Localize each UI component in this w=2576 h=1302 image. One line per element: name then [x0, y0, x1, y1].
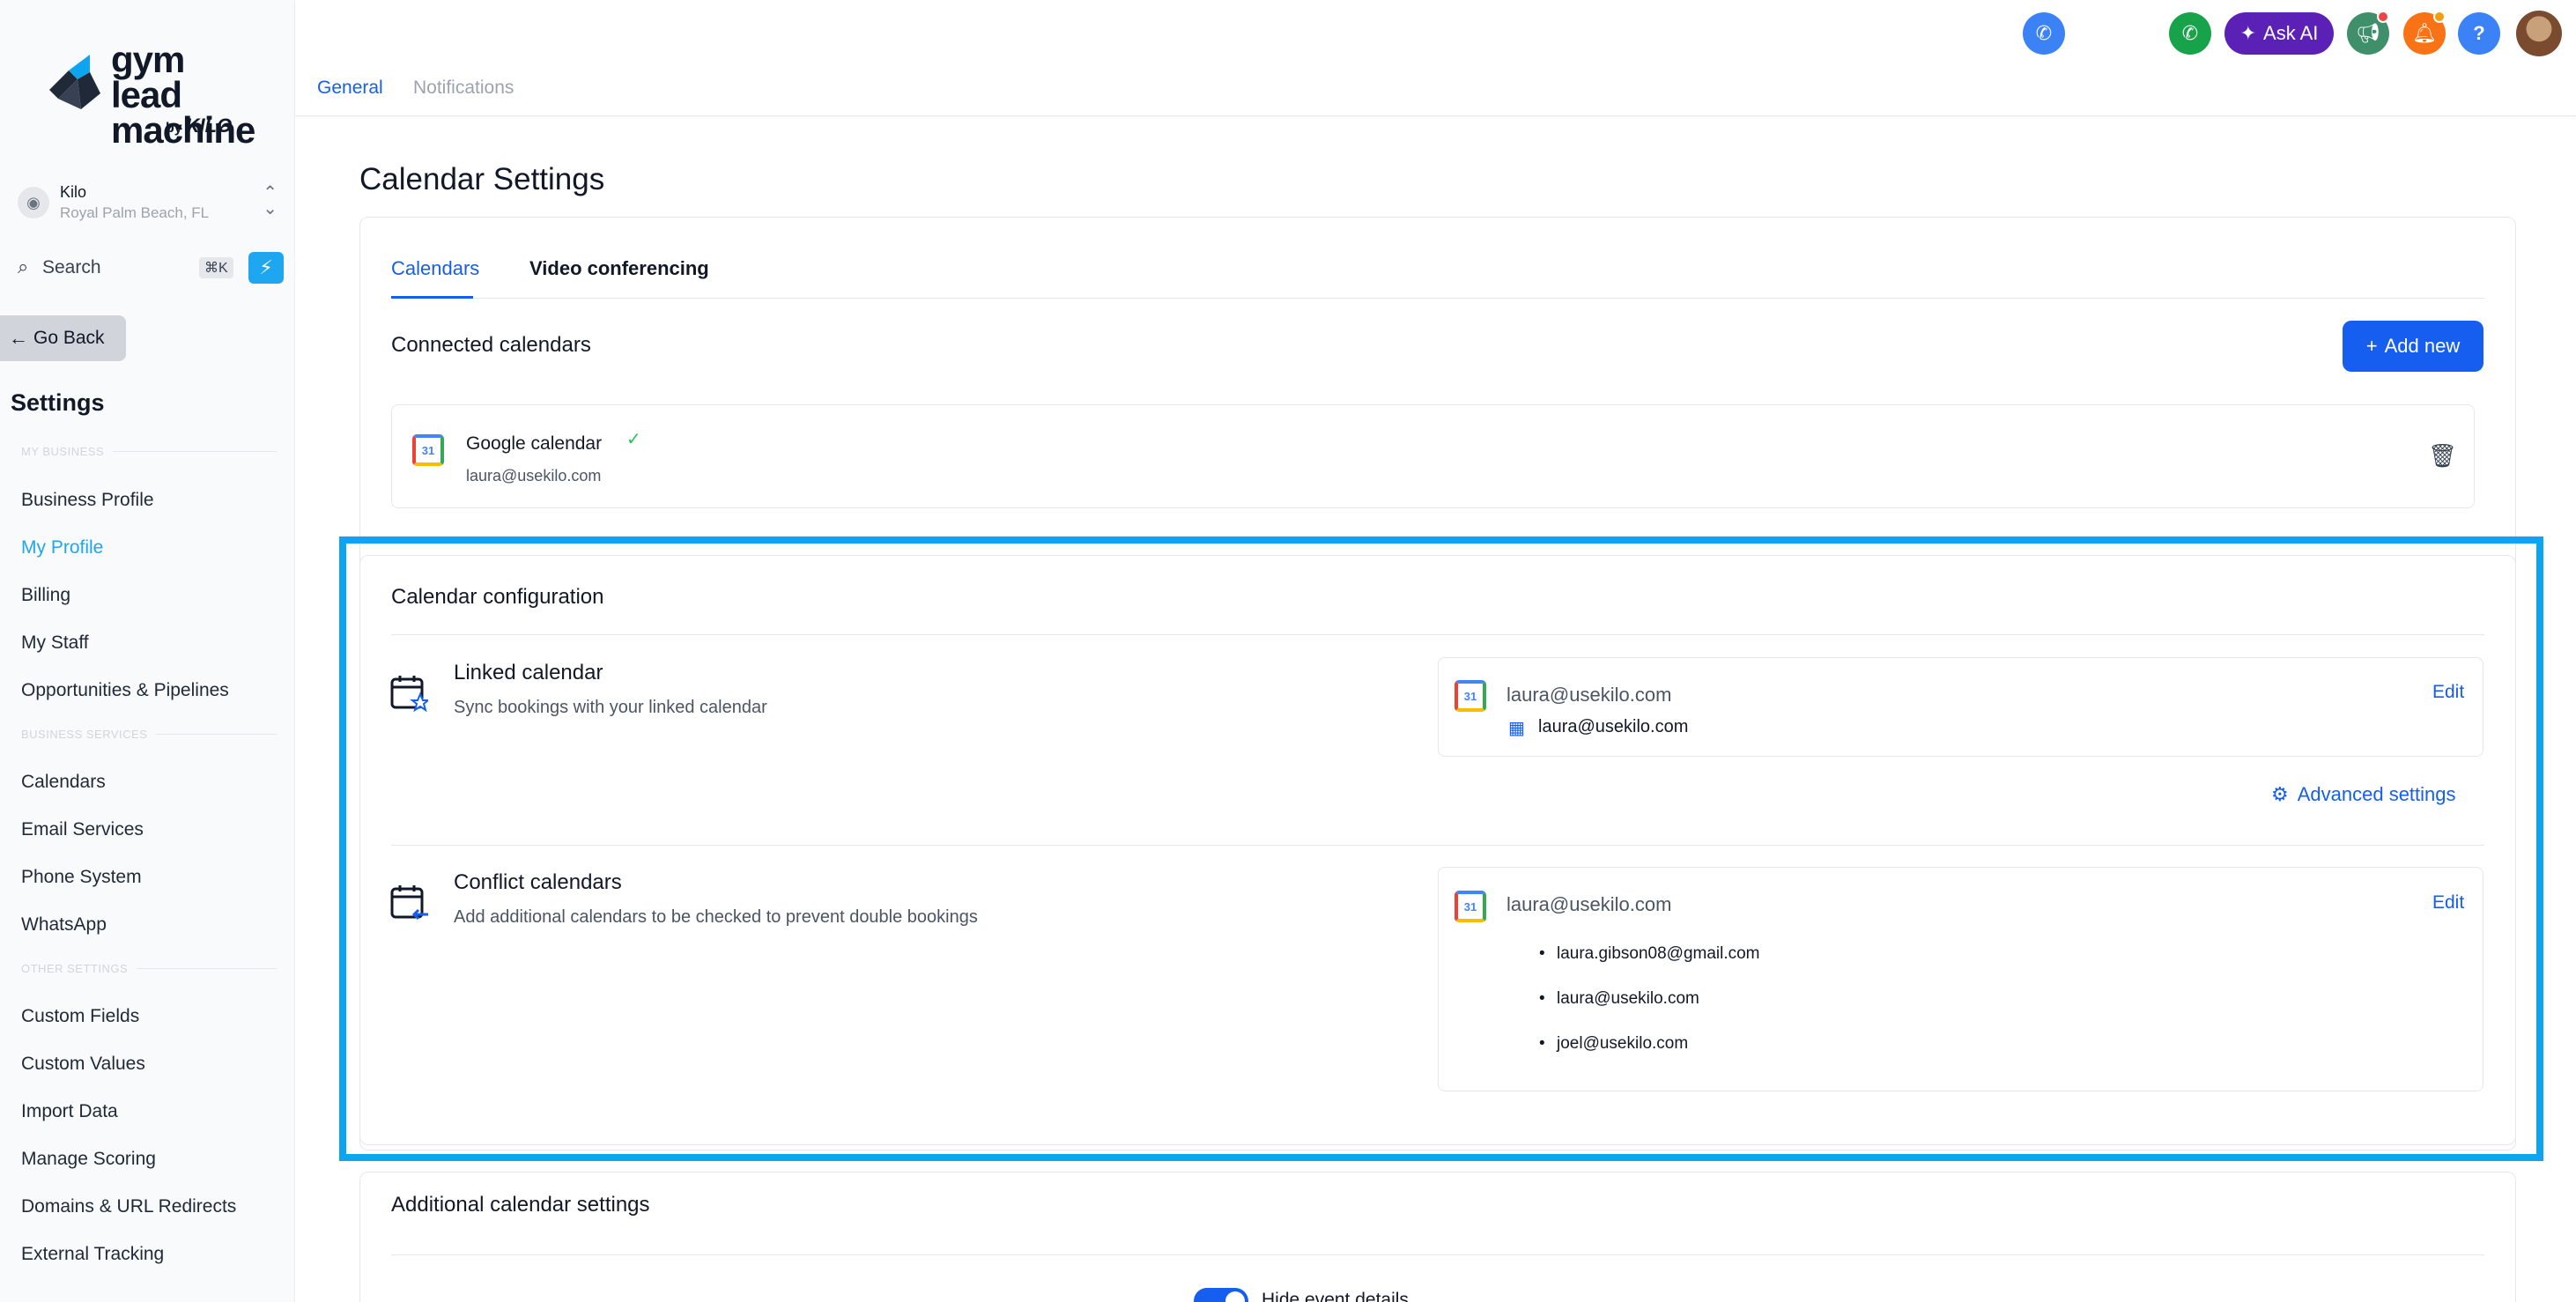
google-calendar-icon: 31 [412, 434, 444, 466]
tab-video-conferencing[interactable]: Video conferencing [529, 257, 709, 280]
linked-calendar-email: laura@usekilo.com [1538, 717, 1689, 736]
additional-settings-heading: Additional calendar settings [391, 1193, 650, 1217]
quick-actions-button[interactable]: ⚡︎ [248, 252, 284, 284]
call-button[interactable]: ✆ [2169, 12, 2211, 55]
user-avatar[interactable] [2516, 11, 2562, 56]
nav-my-profile[interactable]: My Profile [21, 537, 103, 559]
page-title: Calendar Settings [359, 162, 605, 196]
chevron-up-down-icon: ⌃ ⌄ [263, 183, 278, 218]
linked-calendar-subtitle: Sync bookings with your linked calendar [454, 698, 767, 717]
sparkle-icon: ✦ [2239, 22, 2257, 44]
add-new-button[interactable]: + Add new [2343, 321, 2483, 372]
calendar-configuration-heading: Calendar configuration [391, 585, 604, 609]
linked-calendar-box [1438, 657, 2483, 757]
nav-domains-url-redirects[interactable]: Domains & URL Redirects [21, 1196, 236, 1217]
connected-calendar-item [391, 404, 2475, 508]
location-name: Kilo [60, 183, 87, 201]
phone-icon: ✆ [2181, 22, 2199, 44]
help-button[interactable]: ? [2458, 12, 2500, 55]
active-tab-indicator [391, 296, 473, 299]
tab-notifications[interactable]: Notifications [413, 78, 514, 99]
calendar-small-icon: ▦ [1508, 719, 1525, 738]
google-calendar-icon: 31 [1455, 891, 1486, 922]
section-other-settings: OTHER SETTINGS [21, 962, 277, 975]
tab-calendars[interactable]: Calendars [391, 257, 479, 280]
nav-external-tracking[interactable]: External Tracking [21, 1244, 164, 1265]
help-icon: ? [2473, 22, 2485, 44]
nav-opportunities-pipelines[interactable]: Opportunities & Pipelines [21, 680, 229, 701]
edit-linked-calendar-button[interactable]: Edit [2432, 682, 2464, 703]
additional-settings-card [359, 1172, 2516, 1302]
config-divider [391, 634, 2484, 635]
connected-calendar-email: laura@usekilo.com [466, 467, 602, 485]
go-back-button[interactable]: ← Go Back [0, 315, 126, 361]
gym-lead-machine-logo[interactable]: gym lead machine by KILO [49, 41, 255, 149]
conflict-calendar-item: joel@usekilo.com [1539, 1034, 1688, 1054]
tabs-divider [391, 298, 2484, 299]
settings-heading: Settings [11, 389, 105, 416]
location-icon: ◉ [18, 187, 49, 218]
nav-email-services[interactable]: Email Services [21, 819, 144, 840]
conflict-account-email: laura@usekilo.com [1506, 893, 1672, 915]
hide-event-details-label: Hide event details [1262, 1290, 1409, 1302]
nav-my-staff[interactable]: My Staff [21, 633, 89, 654]
hide-event-details-toggle[interactable] [1194, 1288, 1248, 1302]
conflict-calendar-item: laura.gibson08@gmail.com [1539, 944, 1759, 964]
trash-icon: 🗑︎ [2428, 442, 2458, 469]
bolt-icon: ⚡︎ [259, 256, 273, 278]
announcement-badge [2377, 11, 2389, 23]
search-bar[interactable]: ⌕ Search ⌘K ⚡︎ [18, 252, 284, 284]
search-shortcut: ⌘K [199, 257, 233, 278]
location-address: Royal Palm Beach, FL [60, 204, 210, 221]
search-label: Search [42, 257, 101, 277]
phone-icon: ✆ [2035, 22, 2053, 44]
gear-icon: ⚙︎ [2271, 783, 2289, 805]
linked-calendar-icon [390, 676, 428, 712]
advanced-settings-button[interactable]: ⚙︎ Advanced settings [2271, 783, 2456, 806]
delete-calendar-button[interactable]: 🗑︎ [2428, 442, 2457, 470]
additional-divider [391, 1254, 2484, 1255]
arrow-left-icon: ← [9, 327, 28, 349]
section-business-services: BUSINESS SERVICES [21, 728, 277, 741]
config-row-divider [391, 845, 2484, 846]
logo-mark-icon [49, 55, 100, 109]
connected-calendar-name: Google calendar [466, 433, 603, 454]
edit-conflict-calendars-button[interactable]: Edit [2432, 892, 2464, 914]
google-calendar-icon: 31 [1455, 680, 1486, 712]
conflict-calendars-subtitle: Add additional calendars to be checked t… [454, 907, 978, 927]
conflict-calendar-item: laura@usekilo.com [1539, 989, 1699, 1009]
bell-icon: 🔔︎ [2412, 22, 2437, 44]
nav-whatsapp[interactable]: WhatsApp [21, 914, 107, 936]
plus-icon: + [2365, 335, 2378, 357]
nav-billing[interactable]: Billing [21, 585, 70, 606]
tab-general[interactable]: General [317, 78, 383, 99]
nav-calendars[interactable]: Calendars [21, 772, 106, 793]
nav-custom-values[interactable]: Custom Values [21, 1054, 145, 1075]
linked-calendar-title: Linked calendar [454, 661, 603, 684]
logo-by-kilo: by KILO [166, 115, 233, 137]
ask-ai-button[interactable]: ✦ Ask AI [2224, 12, 2334, 55]
nav-import-data[interactable]: Import Data [21, 1101, 118, 1122]
location-switcher[interactable]: ◉ Kilo Royal Palm Beach, FL ⌃ ⌄ [18, 176, 278, 227]
nav-manage-scoring[interactable]: Manage Scoring [21, 1149, 156, 1170]
sidebar: gym lead machine by KILO ◉ Kilo Royal Pal… [0, 0, 295, 1302]
dialer-button[interactable]: ✆ [2023, 12, 2065, 55]
connected-check-icon: ✓ [626, 430, 641, 449]
nav-custom-fields[interactable]: Custom Fields [21, 1006, 139, 1027]
connected-calendars-heading: Connected calendars [391, 333, 591, 357]
megaphone-icon: 📢︎ [2356, 22, 2380, 44]
section-my-business: MY BUSINESS [21, 445, 277, 458]
conflict-calendars-title: Conflict calendars [454, 870, 622, 894]
notification-badge [2433, 11, 2446, 23]
nav-business-profile[interactable]: Business Profile [21, 490, 154, 511]
linked-account-email: laura@usekilo.com [1506, 684, 1672, 706]
nav-phone-system[interactable]: Phone System [21, 867, 142, 888]
conflict-calendar-icon [390, 885, 428, 921]
search-icon: ⌕ [18, 255, 29, 277]
